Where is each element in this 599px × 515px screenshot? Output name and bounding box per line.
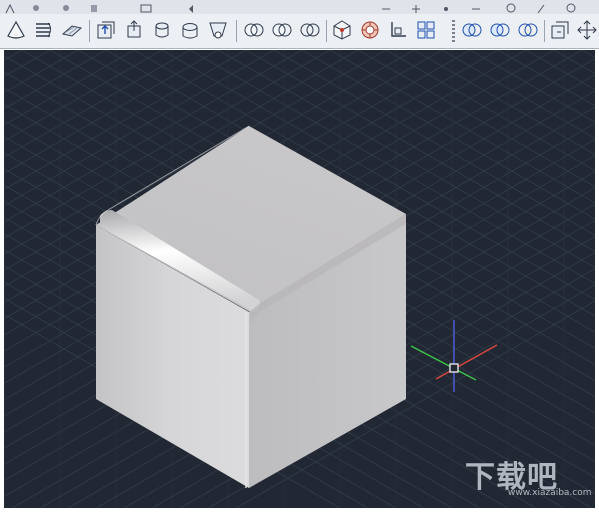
toolbar-fragment-icon[interactable]	[380, 0, 392, 12]
toolbar-fragment-icon[interactable]	[440, 0, 452, 12]
ucs-icon[interactable]	[386, 18, 410, 42]
toolbar-fragment-icon[interactable]	[60, 0, 72, 12]
array-icon[interactable]	[414, 18, 438, 42]
toolbar-fragment-icon[interactable]	[185, 0, 197, 13]
viewport-canvas	[4, 50, 595, 508]
toolbar-fragment-icon[interactable]	[140, 0, 152, 13]
union-icon[interactable]	[242, 18, 266, 42]
taper-face-icon[interactable]	[206, 18, 230, 42]
toolbar-fragment-icon[interactable]	[4, 0, 16, 14]
window-frame-bottom	[0, 508, 599, 515]
pickbox-icon	[449, 363, 459, 373]
subtract-icon[interactable]	[270, 18, 294, 42]
sweep-icon[interactable]	[32, 18, 56, 42]
move-face-icon[interactable]	[122, 18, 146, 42]
union-icon[interactable]	[460, 18, 484, 42]
drawing-viewport[interactable]	[4, 50, 595, 508]
toolbar-separator	[544, 20, 545, 42]
extrude-face-icon[interactable]	[94, 18, 118, 42]
toolbar-fragment-icon[interactable]	[88, 0, 100, 12]
intersect-icon[interactable]	[298, 18, 322, 42]
toolbar-grip[interactable]	[452, 20, 455, 42]
cone-icon[interactable]	[4, 18, 28, 42]
toolbar-separator	[326, 20, 327, 42]
toolbar-top-row	[0, 0, 599, 15]
toolbar-fragment-icon[interactable]	[565, 0, 577, 13]
intersect-icon[interactable]	[516, 18, 540, 42]
subtract-icon[interactable]	[488, 18, 512, 42]
toolbar-fragment-icon[interactable]	[505, 0, 517, 13]
x-axis-line	[435, 344, 498, 380]
offset-face-icon[interactable]	[150, 18, 174, 42]
toolbar-fragment-icon[interactable]	[410, 0, 422, 13]
toolbar-separator	[236, 20, 237, 42]
toolbar-fragment-icon[interactable]	[470, 0, 482, 12]
extract-edges-icon[interactable]	[548, 18, 572, 42]
toolbar-separator	[89, 20, 90, 42]
orbit-icon[interactable]	[330, 18, 354, 42]
navigation-wheel-icon[interactable]	[358, 18, 382, 42]
rotate-face-icon[interactable]	[178, 18, 202, 42]
toolbar-fragment-icon[interactable]	[535, 0, 547, 14]
watermark-url: www.xiazaiba.com	[508, 488, 592, 498]
toolbar-fragment-icon[interactable]	[30, 0, 42, 12]
planar-surface-icon[interactable]	[60, 18, 84, 42]
modeling-toolbar	[0, 14, 599, 49]
move-3d-icon[interactable]	[575, 18, 599, 42]
